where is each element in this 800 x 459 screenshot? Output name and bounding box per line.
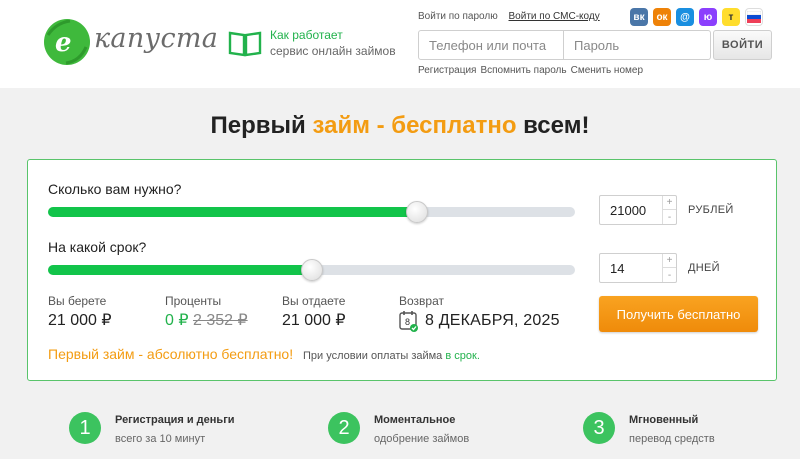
step-subtitle-1: всего за 10 минут xyxy=(115,433,206,445)
vk-icon[interactable]: вк xyxy=(630,8,648,26)
step-3: 3 Мгновенный перевод средств xyxy=(583,412,715,445)
ok-icon[interactable]: ок xyxy=(653,8,671,26)
site-header: e капуста Как работает сервис онлайн зай… xyxy=(0,0,800,88)
interest-amount: Проценты 0 ₽ 2 352 ₽ xyxy=(165,294,248,330)
svg-text:e: e xyxy=(55,28,72,58)
take-value: 21 000 ₽ xyxy=(48,312,112,329)
login-by-password-link[interactable]: Войти по паролю xyxy=(418,11,498,22)
get-free-loan-button[interactable]: Получить бесплатно xyxy=(599,296,758,332)
how-it-works-line1: Как работает xyxy=(270,28,343,42)
term-unit: ДНЕЙ xyxy=(688,262,720,274)
login-button[interactable]: ВОЙТИ xyxy=(713,30,772,60)
calendar-icon: 8 xyxy=(399,311,418,332)
step-title-1: Регистрация и деньги xyxy=(115,414,235,426)
step-1: 1 Регистрация и деньги всего за 10 минут xyxy=(69,412,235,445)
return-label: Возврат xyxy=(399,294,444,308)
title-accent: займ - бесплатно xyxy=(312,112,517,139)
title-part2: всем! xyxy=(516,112,590,139)
amount-stepper[interactable]: 21000 + - xyxy=(599,195,677,225)
condition-link[interactable]: в срок. xyxy=(445,350,480,362)
step-number-2: 2 xyxy=(328,412,360,444)
term-minus-button[interactable]: - xyxy=(662,268,676,282)
term-stepper[interactable]: 14 + - xyxy=(599,253,677,283)
login-by-sms-link[interactable]: Войти по СМС-коду xyxy=(509,11,600,22)
condition-prefix: При условии оплаты займа xyxy=(303,350,446,362)
term-value[interactable]: 14 xyxy=(610,261,624,276)
promo-main: Первый займ - абсолютно бесплатно! xyxy=(48,346,294,362)
step-number-1: 1 xyxy=(69,412,101,444)
mail-icon[interactable]: @ xyxy=(676,8,694,26)
return-date: 8 ДЕКАБРЯ, 2025 xyxy=(425,312,560,329)
interest-new-value: 0 ₽ xyxy=(165,312,189,329)
amount-plus-button[interactable]: + xyxy=(662,196,676,210)
logo-text: капуста xyxy=(94,23,219,54)
give-amount: Вы отдаете 21 000 ₽ xyxy=(282,294,346,330)
give-label: Вы отдаете xyxy=(282,294,346,308)
interest-label: Проценты xyxy=(165,294,222,308)
loan-calculator: Сколько вам нужно? 21000 + - РУБЛЕЙ На к… xyxy=(27,159,777,381)
term-slider-handle[interactable] xyxy=(300,259,323,281)
how-it-works-line2: сервис онлайн займов xyxy=(270,44,396,58)
recover-password-link[interactable]: Вспомнить пароль xyxy=(480,65,566,76)
step-subtitle-2: одобрение займов xyxy=(374,433,470,445)
promo-condition: При условии оплаты займа в срок. xyxy=(303,350,480,362)
step-2: 2 Моментальное одобрение займов xyxy=(328,412,469,445)
password-input[interactable]: Пароль xyxy=(564,30,711,60)
amount-slider-handle[interactable] xyxy=(405,201,428,223)
social-login-list: вк ок @ ю т xyxy=(630,8,763,26)
yoomoney-icon[interactable]: ю xyxy=(699,8,717,26)
phone-or-email-input[interactable]: Телефон или почта xyxy=(418,30,564,60)
promo-text: Первый займ - абсолютно бесплатно! При у… xyxy=(48,346,480,362)
login-form: Телефон или почта Пароль ВОЙТИ xyxy=(418,30,772,60)
take-amount: Вы берете 21 000 ₽ xyxy=(48,294,112,330)
take-label: Вы берете xyxy=(48,294,107,308)
gosuslugi-icon[interactable] xyxy=(745,8,763,26)
amount-minus-button[interactable]: - xyxy=(662,210,676,224)
step-subtitle-3: перевод средств xyxy=(629,433,715,445)
amount-unit: РУБЛЕЙ xyxy=(688,204,734,216)
step-title-3: Мгновенный xyxy=(629,414,699,426)
tinkoff-icon[interactable]: т xyxy=(722,8,740,26)
return-date-block: Возврат 8 8 ДЕКАБРЯ, 2025 xyxy=(399,294,560,332)
term-question: На какой срок? xyxy=(48,239,147,255)
amount-slider-fill xyxy=(48,207,417,217)
step-title-2: Моментальное xyxy=(374,414,456,426)
term-slider-fill xyxy=(48,265,312,275)
login-helper-links: Регистрация Вспомнить пароль Сменить ном… xyxy=(418,65,643,76)
register-link[interactable]: Регистрация xyxy=(418,65,476,76)
calendar-day: 8 xyxy=(405,317,410,327)
title-part1: Первый xyxy=(210,112,313,139)
login-mode-switch: Войти по паролю Войти по СМС-коду xyxy=(418,11,600,22)
amount-value[interactable]: 21000 xyxy=(610,203,646,218)
give-value: 21 000 ₽ xyxy=(282,312,346,329)
page-title: Первый займ - бесплатно всем! xyxy=(0,112,800,140)
logo[interactable]: e капуста xyxy=(42,17,218,65)
how-it-works-link[interactable]: Как работает сервис онлайн займов xyxy=(228,27,396,59)
amount-question: Сколько вам нужно? xyxy=(48,181,182,197)
term-slider[interactable] xyxy=(48,259,575,281)
interest-old-value: 2 352 ₽ xyxy=(192,312,248,329)
logo-cabbage-icon: e xyxy=(44,19,90,65)
change-number-link[interactable]: Сменить номер xyxy=(571,65,643,76)
amount-slider[interactable] xyxy=(48,201,575,223)
book-icon xyxy=(228,31,262,57)
step-number-3: 3 xyxy=(583,412,615,444)
term-plus-button[interactable]: + xyxy=(662,254,676,268)
